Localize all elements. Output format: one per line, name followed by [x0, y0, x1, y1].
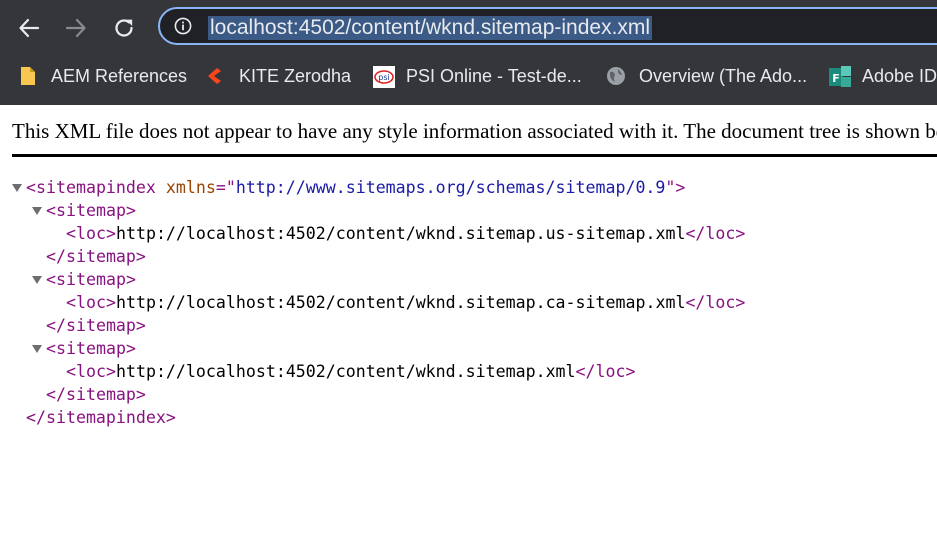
xml-loc-line: <loc>http://localhost:4502/content/wknd.…: [66, 362, 636, 381]
xml-sitemap-open: <sitemap>: [46, 339, 136, 358]
xml-sitemap-close: </sitemap>: [46, 316, 146, 335]
arrow-right-icon: [65, 18, 86, 38]
xml-loc-line: <loc>http://localhost:4502/content/wknd.…: [66, 224, 746, 243]
address-bar[interactable]: localhost:4502/content/wknd.sitemap-inde…: [158, 7, 937, 45]
bookmark-label: AEM References: [51, 65, 188, 86]
xml-root-open: <sitemapindex xmlns="http://www.sitemaps…: [26, 178, 686, 197]
collapse-triangle-icon[interactable]: [32, 276, 42, 284]
forward-button[interactable]: [58, 10, 94, 46]
browser-chrome: localhost:4502/content/wknd.sitemap-inde…: [0, 0, 937, 105]
bookmark-label: PSI Online - Test-de...: [406, 65, 582, 86]
xml-sitemap-close: </sitemap>: [46, 247, 146, 266]
browser-toolbar: localhost:4502/content/wknd.sitemap-inde…: [0, 0, 937, 56]
globe-icon: [606, 66, 626, 86]
info-icon[interactable]: [174, 17, 192, 35]
notice-divider: [12, 154, 937, 157]
bookmark-label: Adobe ID: [862, 65, 937, 86]
xml-sitemap-open: <sitemap>: [46, 270, 136, 289]
reload-icon: [115, 19, 133, 37]
adobe-fms-icon: F: [829, 66, 851, 87]
xml-sitemap-close: </sitemap>: [46, 385, 146, 404]
svg-text:psi: psi: [378, 73, 389, 82]
svg-text:F: F: [832, 72, 840, 85]
arrow-left-icon: [19, 18, 40, 38]
psi-logo-icon: psi: [373, 66, 395, 88]
xml-sitemap-open: <sitemap>: [46, 201, 136, 220]
bookmark-adobe-id[interactable]: F Adobe ID: [829, 64, 937, 88]
bookmarks-bar: AEM References KITE Zerodha psi PSI Onli…: [0, 56, 937, 96]
collapse-triangle-icon[interactable]: [32, 207, 42, 215]
bookmark-kite-zerodha[interactable]: KITE Zerodha: [206, 64, 351, 88]
bookmark-aem-references[interactable]: AEM References: [18, 64, 187, 88]
reload-button[interactable]: [106, 10, 142, 46]
xml-style-notice: This XML file does not appear to have an…: [12, 119, 937, 143]
kite-logo-icon: [206, 66, 226, 86]
folder-icon: [18, 66, 38, 86]
bookmark-label: Overview (The Ado...: [639, 65, 808, 86]
back-button[interactable]: [11, 10, 47, 46]
url-text[interactable]: localhost:4502/content/wknd.sitemap-inde…: [208, 16, 653, 40]
collapse-triangle-icon[interactable]: [32, 345, 42, 353]
bookmark-psi-online[interactable]: psi PSI Online - Test-de...: [373, 64, 582, 88]
xml-root-close: </sitemapindex>: [26, 408, 176, 427]
bookmark-overview[interactable]: Overview (The Ado...: [606, 64, 807, 88]
xml-loc-line: <loc>http://localhost:4502/content/wknd.…: [66, 293, 746, 312]
bookmark-label: KITE Zerodha: [239, 65, 352, 86]
collapse-triangle-icon[interactable]: [12, 184, 22, 192]
